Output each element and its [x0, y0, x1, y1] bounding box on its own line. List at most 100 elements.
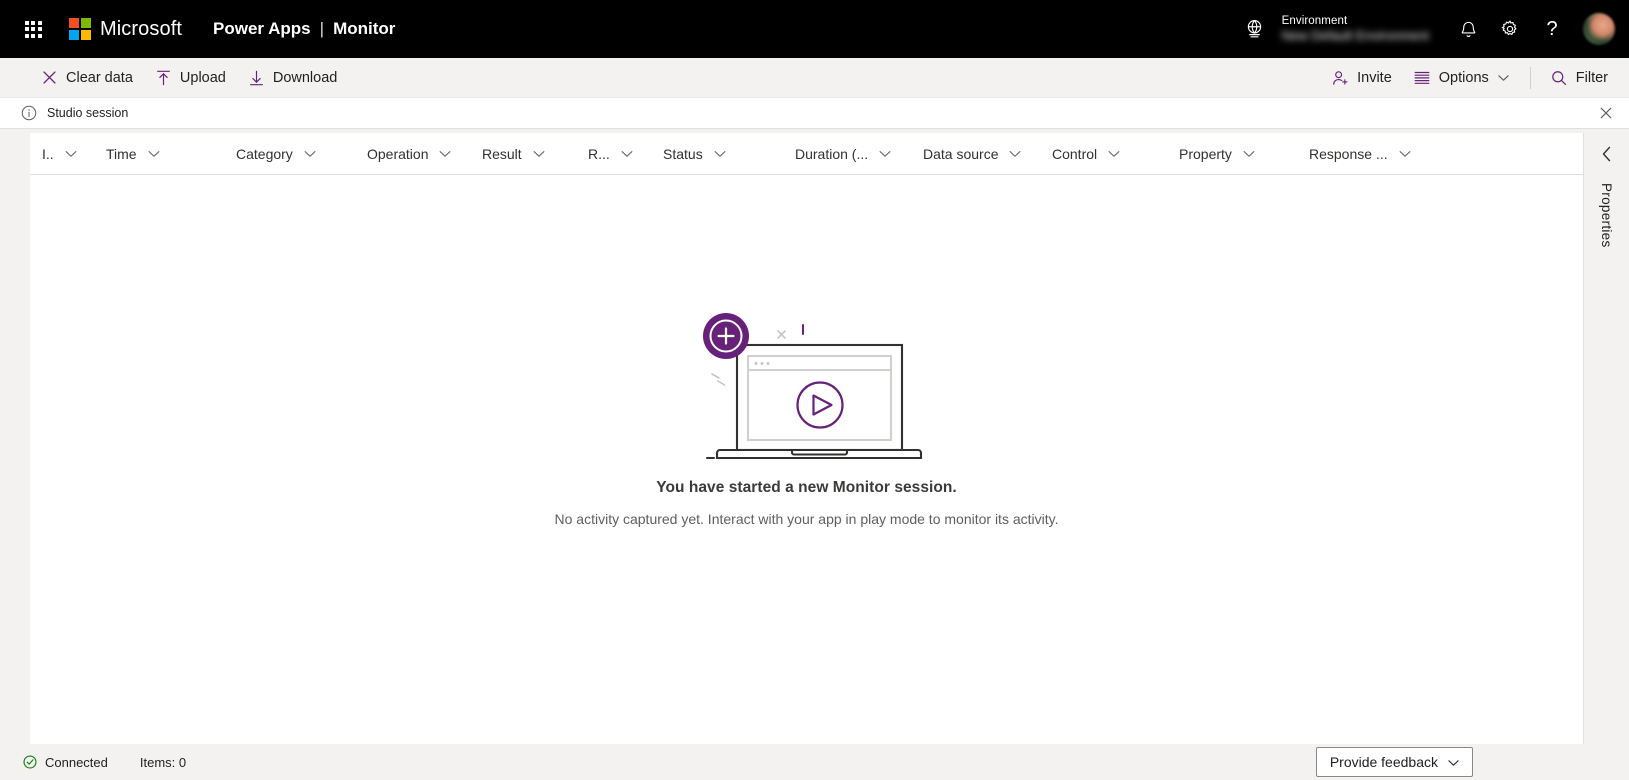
- column-header-label: Duration (...: [795, 145, 869, 162]
- microsoft-logo-icon: [69, 18, 91, 40]
- properties-rail: Properties: [1584, 129, 1629, 744]
- avatar[interactable]: [1583, 13, 1615, 45]
- info-icon: [20, 104, 38, 122]
- chevron-down-icon[interactable]: [617, 150, 637, 158]
- events-grid: I.. Time Category Operation Result R... Status…: [30, 133, 1584, 744]
- session-notification-bar: Studio session: [0, 98, 1629, 129]
- column-header-label: Data source: [923, 145, 999, 162]
- column-header[interactable]: Operation: [367, 133, 482, 175]
- invite-person-icon: [1332, 69, 1349, 86]
- chevron-down-icon[interactable]: [144, 150, 164, 158]
- column-header[interactable]: Category: [236, 133, 367, 175]
- notifications-icon[interactable]: [1447, 8, 1489, 50]
- help-icon[interactable]: ?: [1531, 8, 1573, 50]
- options-list-icon: [1414, 69, 1431, 86]
- chevron-down-icon[interactable]: [1104, 150, 1124, 158]
- upload-button[interactable]: Upload: [144, 61, 237, 95]
- chevron-down-icon[interactable]: [1239, 150, 1259, 158]
- waffle-grid: [24, 20, 42, 38]
- command-toolbar: Clear data Upload Download Invite Option…: [0, 58, 1629, 98]
- column-header-label: Time: [106, 145, 137, 162]
- app-name: Monitor: [333, 19, 396, 38]
- column-header-label: R...: [588, 145, 610, 162]
- items-count-label: Items: 0: [139, 754, 187, 770]
- column-header[interactable]: Data source: [923, 133, 1052, 175]
- app-header: Microsoft Power Apps | Monitor Environme…: [0, 0, 1629, 58]
- column-header-label: Control: [1052, 145, 1098, 162]
- column-header-label: Response ...: [1309, 145, 1388, 162]
- product-name: Power Apps: [213, 19, 311, 38]
- environment-name: New Default Environment: [1281, 28, 1429, 44]
- microsoft-wordmark: Microsoft: [100, 17, 183, 40]
- app-launcher-icon[interactable]: [16, 12, 50, 46]
- column-header[interactable]: Duration (...: [795, 133, 923, 175]
- environment-selector[interactable]: Environment New Default Environment: [1242, 15, 1429, 43]
- globe-icon[interactable]: [1242, 16, 1268, 42]
- chevron-down-icon[interactable]: [529, 150, 549, 158]
- column-header-label: Status: [663, 145, 703, 162]
- title-separator: |: [319, 19, 325, 38]
- filter-button[interactable]: Filter: [1540, 61, 1619, 95]
- column-header-label: Result: [482, 145, 522, 162]
- column-header[interactable]: Response ...: [1309, 133, 1437, 175]
- options-label: Options: [1438, 69, 1489, 86]
- status-bar: Connected Items: 0 Provide feedback: [0, 744, 1629, 780]
- column-header-label: Operation: [367, 145, 429, 162]
- microsoft-logo[interactable]: Microsoft: [69, 18, 182, 41]
- column-header[interactable]: Result: [482, 133, 588, 175]
- column-header[interactable]: R...: [588, 133, 663, 175]
- environment-label: Environment: [1281, 15, 1348, 28]
- power-apps-monitor-window: Microsoft Power Apps | Monitor Environme…: [0, 0, 1629, 780]
- clear-data-label: Clear data: [66, 69, 133, 86]
- filter-label: Filter: [1575, 69, 1608, 86]
- chevron-left-icon[interactable]: [1592, 139, 1622, 169]
- chevron-down-icon[interactable]: [1005, 150, 1025, 158]
- clear-data-icon: [41, 69, 58, 86]
- column-header[interactable]: Status: [663, 133, 795, 175]
- chevron-down-icon: [1448, 754, 1459, 770]
- properties-panel-label[interactable]: Properties: [1599, 183, 1614, 248]
- chevron-down-icon[interactable]: [875, 150, 895, 158]
- filter-search-icon: [1551, 69, 1568, 86]
- chevron-down-icon[interactable]: [300, 150, 320, 158]
- invite-label: Invite: [1357, 69, 1392, 86]
- column-header[interactable]: Time: [106, 133, 236, 175]
- laptop-with-play-button-illustration: [702, 312, 922, 459]
- column-header-label: I..: [42, 145, 54, 162]
- chevron-down-icon[interactable]: [710, 150, 730, 158]
- column-header[interactable]: Property: [1179, 133, 1309, 175]
- upload-label: Upload: [179, 69, 226, 86]
- environment-text: Environment New Default Environment: [1282, 15, 1429, 43]
- empty-state: You have started a new Monitor session. …: [30, 175, 1583, 744]
- column-header-label: Category: [236, 145, 293, 162]
- provide-feedback-button[interactable]: Provide feedback: [1315, 747, 1473, 777]
- settings-icon[interactable]: [1489, 8, 1531, 50]
- download-button[interactable]: Download: [237, 61, 349, 95]
- empty-state-title: You have started a new Monitor session.: [656, 478, 957, 496]
- column-header[interactable]: Control: [1052, 133, 1179, 175]
- provide-feedback-label: Provide feedback: [1329, 754, 1438, 770]
- connection-status: Connected: [22, 755, 108, 770]
- chevron-down-icon: [1498, 72, 1510, 84]
- session-label: Studio session: [47, 106, 129, 120]
- options-button[interactable]: Options: [1403, 61, 1521, 95]
- chevron-down-icon[interactable]: [1395, 150, 1415, 158]
- upload-icon: [155, 69, 172, 86]
- toolbar-divider: [1529, 66, 1531, 89]
- download-icon: [248, 69, 265, 86]
- connected-check-icon: [22, 755, 37, 770]
- grid-rows-area: You have started a new Monitor session. …: [30, 175, 1583, 744]
- grid-column-headers: I.. Time Category Operation Result R... Status…: [30, 133, 1583, 175]
- column-header[interactable]: I..: [42, 133, 106, 175]
- close-icon[interactable]: [1593, 100, 1619, 126]
- invite-button[interactable]: Invite: [1321, 61, 1403, 95]
- download-label: Download: [272, 69, 338, 86]
- connection-status-label: Connected: [45, 754, 108, 770]
- column-header-label: Property: [1179, 145, 1232, 162]
- empty-state-subtitle: No activity captured yet. Interact with …: [554, 510, 1059, 527]
- chevron-down-icon[interactable]: [435, 150, 455, 158]
- help-question-mark: ?: [1546, 18, 1558, 40]
- chevron-down-icon[interactable]: [61, 150, 81, 158]
- product-title[interactable]: Power Apps | Monitor: [213, 19, 395, 39]
- clear-data-button[interactable]: Clear data: [30, 61, 144, 95]
